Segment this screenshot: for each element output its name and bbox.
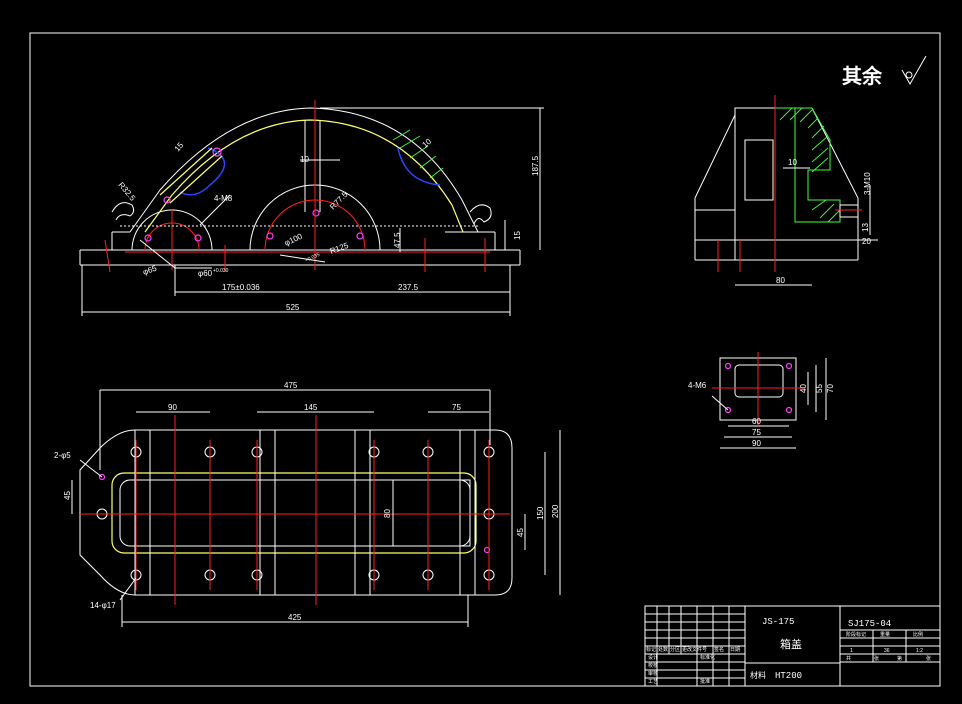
plan-dim-145: 145 [304, 403, 318, 412]
sheet-total: 共 [846, 655, 851, 662]
row-craft: 工艺 [648, 679, 658, 685]
title-project: JS-175 [762, 617, 794, 627]
weight-val: 36 [884, 648, 890, 654]
dim-15-window: 15 [173, 140, 186, 153]
roughness-symbol-icon [901, 55, 927, 86]
sheet-no: 第 [897, 655, 902, 662]
cover-dim-90: 90 [752, 439, 761, 448]
plan-dim-75: 75 [452, 403, 461, 412]
side-view [694, 95, 878, 286]
title-material: HT200 [775, 671, 802, 681]
stage-val: 1 [850, 648, 853, 654]
dim-47-5: 47.5 [393, 232, 402, 248]
dim-10-rib: 10 [300, 155, 309, 164]
cover-plate-view [711, 352, 827, 449]
row-review: 校核 [648, 662, 658, 669]
side-dim-10: 10 [788, 158, 797, 167]
surface-note-label: 其余 [842, 64, 883, 88]
side-dim-13: 13 [861, 223, 870, 232]
plan-dim-200: 200 [551, 504, 560, 518]
plan-dim-80: 80 [383, 509, 392, 518]
front-view [79, 100, 544, 316]
plan-dim-45-right: 45 [516, 528, 525, 537]
dim-r125: R125 [329, 241, 351, 256]
dim-4-m8: 4-M8 [214, 194, 233, 203]
cover-dim-4-m6: 4-M6 [688, 381, 707, 390]
dim-phi60-tol: +0.030 [213, 268, 229, 274]
col-weight: 重量 [880, 631, 890, 638]
plan-dim-2-phi5: 2-φ5 [54, 451, 71, 460]
dim-175: 175±0.036 [222, 283, 260, 292]
title-drawing-no: SJ175-04 [848, 619, 891, 629]
plan-dim-14-phi17: 14-φ17 [90, 601, 116, 610]
row-design: 设计 [648, 654, 658, 661]
hdr-date: 日期 [730, 647, 740, 653]
cover-dim-40: 40 [799, 384, 808, 393]
hdr-mark: 标记 [646, 646, 656, 653]
hdr-sign: 签名 [714, 646, 724, 653]
plan-dim-150: 150 [536, 506, 545, 520]
cover-dim-55: 55 [815, 384, 824, 393]
dim-237-5: 237.5 [398, 283, 419, 292]
side-dim-20: 20 [862, 237, 871, 246]
cover-dim-75: 75 [752, 428, 761, 437]
plan-view [71, 389, 561, 627]
dim-phi100: φ100 [283, 232, 304, 248]
col-stage: 阶段标记 [846, 631, 866, 638]
plan-dim-45-left: 45 [63, 491, 72, 500]
row-std: 标准化 [700, 654, 715, 661]
col-scale: 比例 [913, 631, 923, 638]
side-dim-3-m10: 3-M10 [863, 172, 872, 195]
dim-10-right: 10 [421, 137, 434, 150]
cover-dim-70: 70 [826, 384, 835, 393]
hdr-count: 处数 [658, 646, 668, 653]
row-check: 审核 [648, 670, 658, 677]
sheet-label2: 张 [926, 655, 931, 662]
dim-phi100-tol: +0.035 [304, 252, 321, 264]
hdr-change: 更改文件号 [682, 646, 707, 653]
dim-r32-5: R32.5 [116, 181, 137, 204]
side-dim-80: 80 [776, 276, 785, 285]
sheet-border [29, 32, 941, 687]
plan-dim-90: 90 [168, 403, 177, 412]
plan-dim-425: 425 [288, 613, 302, 622]
drawing-canvas: 其余 10 15 R32.5 4-M8 10 R77.5 187.5 15 47… [29, 32, 941, 687]
cover-dim-60: 60 [752, 417, 761, 426]
title-material-label: 材料 [750, 670, 766, 680]
row-approve: 批准 [700, 678, 710, 685]
title-part-name: 箱盖 [780, 637, 802, 651]
dim-phi60: φ60 [198, 269, 213, 278]
dim-187-5: 187.5 [531, 155, 540, 176]
scale-val: 1:2 [916, 648, 923, 654]
dim-525: 525 [286, 303, 300, 312]
dim-15-height: 15 [513, 231, 522, 240]
hdr-zone: 分区 [670, 646, 680, 653]
plan-dim-475: 475 [284, 381, 298, 390]
sheet-label: 张 [874, 655, 879, 662]
